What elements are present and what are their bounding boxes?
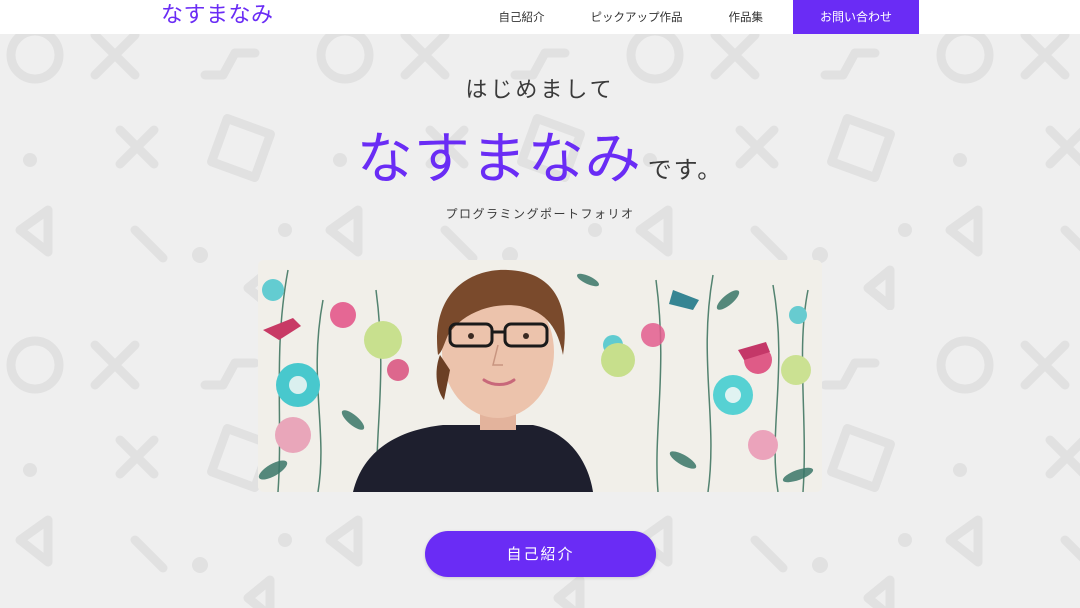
nav-item-works[interactable]: 作品集 <box>705 0 786 34</box>
nav-item-about[interactable]: 自己紹介 <box>475 0 567 34</box>
site-header: なすまなみ 自己紹介 ピックアップ作品 作品集 お問い合わせ <box>0 0 1080 34</box>
hero-greeting: はじめまして <box>465 78 615 103</box>
about-button[interactable]: 自己紹介 <box>425 531 656 577</box>
hero-subtitle: プログラミングポートフォリオ <box>445 207 635 221</box>
nav-item-pickup[interactable]: ピックアップ作品 <box>567 0 705 34</box>
main-nav: 自己紹介 ピックアップ作品 作品集 お問い合わせ <box>475 0 919 34</box>
hero-name-suffix: です。 <box>647 156 724 184</box>
hero-name-line: なすまなみ です。 <box>0 114 1080 195</box>
portrait-photo <box>258 260 822 492</box>
nav-item-contact[interactable]: お問い合わせ <box>792 0 919 34</box>
hero-name: なすまなみ <box>356 127 642 192</box>
site-logo[interactable]: なすまなみ <box>161 2 274 30</box>
